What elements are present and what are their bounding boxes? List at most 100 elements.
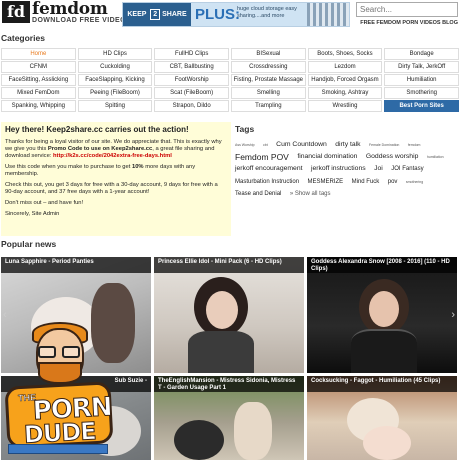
thumbnail-figure	[174, 420, 224, 460]
category-link[interactable]: FullHD Clips	[154, 48, 229, 60]
category-link[interactable]: Strapon, Dildo	[154, 100, 229, 112]
tag-link[interactable]: Joi	[374, 163, 383, 175]
category-link[interactable]: HD Clips	[77, 48, 153, 60]
category-link[interactable]: Spitting	[77, 100, 153, 112]
site-logo[interactable]: fd femdom DOWNLOAD FREE VIDEO	[2, 0, 126, 29]
tag-link[interactable]: Female Domination	[369, 139, 399, 151]
logo-tagline: DOWNLOAD FREE VIDEO	[32, 17, 126, 24]
notice-paragraph: Thanks for being a loyal visitor of our …	[5, 139, 227, 160]
k2s-left-text: KEEP	[127, 11, 147, 18]
notice-bold-text: Promo Code to use on Keep2share.cc	[47, 146, 153, 152]
category-home[interactable]: Home	[1, 48, 76, 60]
category-link[interactable]: FaceSitting, Asslicking	[1, 74, 76, 86]
tag-link[interactable]: humiliation	[427, 151, 444, 163]
tag-link[interactable]: cbt	[263, 139, 268, 151]
tag-link[interactable]: dirty talk	[335, 139, 360, 151]
category-link[interactable]: CFNM	[1, 61, 76, 73]
news-card[interactable]: Cocksucking - Faggot - Humiliation (45 C…	[307, 376, 457, 460]
site-tagline: FREE FEMDOM PORN VIDEOS BLOG	[360, 20, 458, 26]
tag-link[interactable]: Goddess worship	[366, 151, 419, 163]
glasses-icon	[38, 346, 82, 358]
promo-notice: Hey there! Keep2share.cc carries out the…	[1, 122, 231, 236]
site-header: fd femdom DOWNLOAD FREE VIDEO KEEP 2 SHA…	[0, 0, 460, 32]
tag-link[interactable]: MESMERIZE	[307, 176, 343, 188]
tag-cloud: Ass Worship cbt Cum Countdown dirty talk…	[235, 139, 459, 200]
tag-link[interactable]: Femdom POV	[235, 151, 289, 163]
news-card[interactable]: TheEnglishMansion - Mistress Sidonia, Mi…	[154, 376, 304, 460]
tag-link[interactable]: Ass Worship	[235, 139, 255, 151]
banner-plus: PLUS:	[195, 6, 240, 23]
notice-signature: Sincerely, Site Admin	[5, 211, 60, 217]
tag-link[interactable]: pov	[388, 176, 398, 188]
notice-heading: Hey there! Keep2share.cc carries out the…	[5, 125, 189, 134]
tag-link[interactable]: femdom	[408, 139, 421, 151]
category-link[interactable]: Handjob, Forced Orgasm	[307, 74, 383, 86]
search-input[interactable]	[356, 2, 458, 17]
best-porn-sites-button[interactable]: Best Porn Sites	[384, 100, 459, 112]
chevron-left-icon[interactable]: ‹	[3, 309, 7, 321]
keep2share-banner[interactable]: KEEP 2 SHARE PLUS: huge cloud storage ea…	[122, 2, 350, 27]
thumbnail-figure	[363, 426, 411, 460]
news-card-title: Goddess Alexandra Snow [2008 - 2016] (11…	[307, 257, 457, 273]
tag-link[interactable]: financial domination	[297, 151, 357, 163]
notice-paragraph: Check this out, you get 3 days for free …	[5, 182, 218, 195]
k2s-right-text: SHARE	[162, 11, 187, 18]
chevron-right-icon[interactable]: ›	[451, 309, 455, 321]
category-link[interactable]: Scat (FileBoom)	[154, 87, 229, 99]
category-link[interactable]: Bondage	[384, 48, 459, 60]
logo-mark: fd	[2, 1, 30, 23]
notice-paragraph: Don't miss out – and have fun!	[5, 200, 84, 206]
k2s-box-text: 2	[150, 9, 161, 20]
news-card[interactable]: Princess Ellie Idol - Mini Pack (6 - HD …	[154, 257, 304, 373]
tags-heading: Tags	[235, 124, 255, 134]
categories-grid: Home HD Clips FullHD Clips BISexual Boot…	[1, 48, 459, 112]
thumbnail-figure	[188, 331, 254, 373]
category-link[interactable]: Lezdom	[307, 61, 383, 73]
category-link[interactable]: FaceSlapping, Kicking	[77, 74, 153, 86]
category-link[interactable]: Smoking, Ashtray	[307, 87, 383, 99]
news-card-title: Cocksucking - Faggot - Humiliation (45 C…	[307, 376, 457, 392]
category-link[interactable]: BISexual	[230, 48, 306, 60]
show-all-tags-link[interactable]: » Show all tags	[290, 188, 331, 200]
tag-link[interactable]: jerkoff instructions	[311, 163, 366, 175]
badge-beard	[38, 362, 82, 384]
porn-dude-badge[interactable]: THE PORN DUDE	[0, 322, 118, 460]
category-link[interactable]: Smelling	[230, 87, 306, 99]
tag-link[interactable]: jerkoff encouragement	[235, 163, 303, 175]
category-link[interactable]: Wrestling	[307, 100, 383, 112]
news-card-title: Princess Ellie Idol - Mini Pack (6 - HD …	[154, 257, 304, 273]
tag-link[interactable]: smothering	[406, 176, 423, 188]
news-card[interactable]: Goddess Alexandra Snow [2008 - 2016] (11…	[307, 257, 457, 373]
category-link[interactable]: Crossdressing	[230, 61, 306, 73]
tag-link[interactable]: Masturbation Instruction	[235, 176, 299, 188]
tag-link[interactable]: JOI Fantasy	[391, 163, 423, 175]
category-link[interactable]: CBT, Ballbusting	[154, 61, 229, 73]
badge-sign: THE PORN DUDE	[4, 381, 114, 449]
category-link[interactable]: Boots, Shoes, Socks	[307, 48, 383, 60]
keep2share-logo: KEEP 2 SHARE	[123, 3, 191, 26]
popular-news-heading: Popular news	[1, 239, 57, 249]
category-link[interactable]: Humiliation	[384, 74, 459, 86]
thumbnail-figure	[234, 402, 272, 460]
categories-heading: Categories	[1, 33, 45, 43]
notice-paragraph: Use this code when you make to purchase …	[5, 164, 227, 178]
category-link[interactable]: Trampling	[230, 100, 306, 112]
tag-link[interactable]: Tease and Denial	[235, 188, 281, 200]
notice-text: Use this code when you make to purchase …	[5, 164, 132, 170]
tag-link[interactable]: Cum Countdown	[276, 139, 327, 151]
category-link[interactable]: Mixed FemDom	[1, 87, 76, 99]
category-link[interactable]: Dirty Talk, JerkOff	[384, 61, 459, 73]
banner-description: huge cloud storage easy sharing....and m…	[237, 6, 297, 19]
promo-link[interactable]: http://k2s.cc/code/2042extra-free-days.h…	[53, 153, 172, 159]
category-link[interactable]: Peeing (FileBoom)	[77, 87, 153, 99]
category-link[interactable]: FootWorship	[154, 74, 229, 86]
tag-link[interactable]: Mind Fuck	[352, 176, 380, 188]
category-link[interactable]: Cuckolding	[77, 61, 153, 73]
news-card-title: Luna Sapphire - Period Panties	[1, 257, 151, 273]
thumbnail-figure	[351, 329, 417, 373]
category-link[interactable]: Smothering	[384, 87, 459, 99]
category-link[interactable]: Spanking, Whipping	[1, 100, 76, 112]
banner-decoration	[307, 3, 349, 26]
category-link[interactable]: Fisting, Prostate Massage	[230, 74, 306, 86]
notice-bold-text: 10%	[131, 164, 144, 170]
